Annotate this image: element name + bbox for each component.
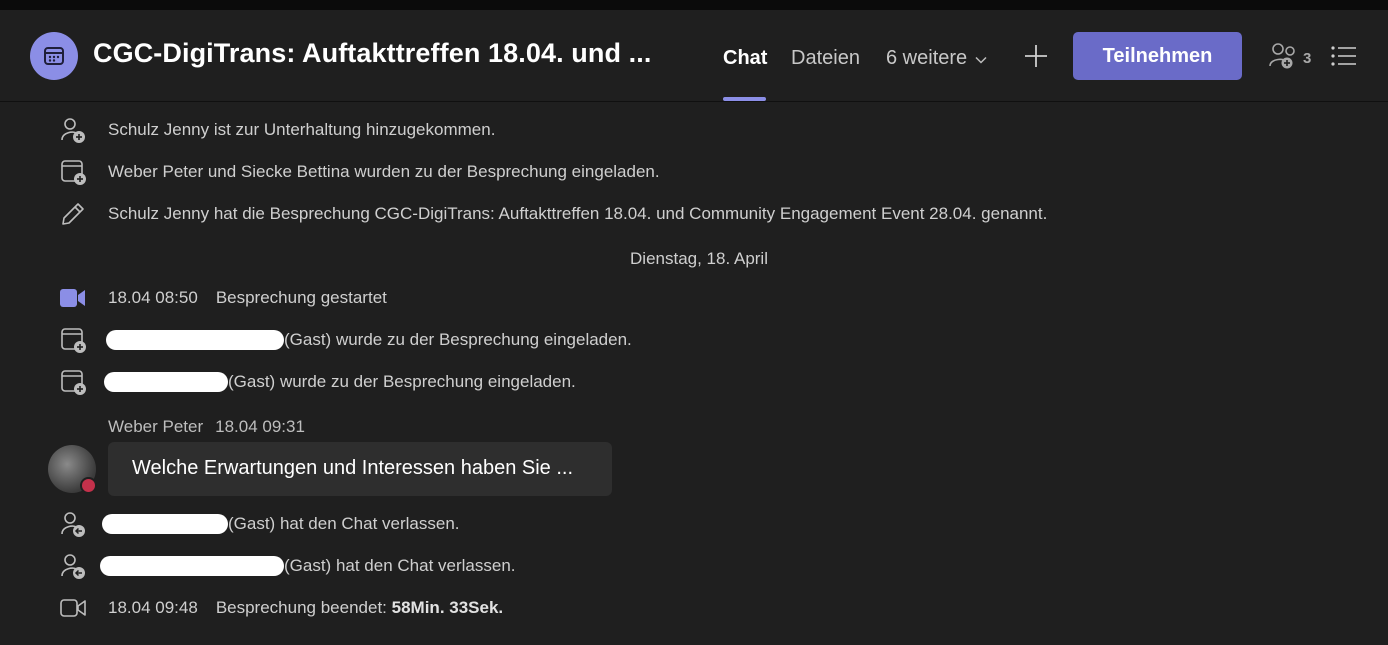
invite-label: (Gast) wurde zu der Besprechung eingelad… [228, 371, 576, 391]
message-header: Weber Peter 18.04 09:31 [108, 417, 305, 437]
system-event-row: Schulz Jenny hat die Besprechung CGC-Dig… [58, 199, 1047, 229]
tab-chat[interactable]: Chat [723, 47, 767, 70]
meeting-ended-text: 18.04 09:48 Besprechung beendet: 58Min. 3… [108, 598, 503, 618]
chat-header: CGC-DigiTrans: Auftakttreffen 18.04. und… [0, 10, 1388, 102]
active-tab-indicator [723, 97, 766, 101]
window-top-strip [0, 0, 1388, 10]
participants-icon [1268, 42, 1300, 75]
video-camera-outline-icon [58, 593, 88, 623]
add-tab-plus-icon[interactable] [1022, 42, 1050, 70]
person-leave-icon [58, 551, 88, 581]
system-event-text: Schulz Jenny hat die Besprechung CGC-Dig… [108, 204, 1048, 223]
meeting-started-row: 18.04 08:50 Besprechung gestartet [58, 283, 387, 313]
tab-more-dropdown[interactable]: 6 weitere [886, 47, 987, 70]
meeting-duration: 58Min. 33Sek. [391, 598, 504, 617]
leave-event-text: (Gast) hat den Chat verlassen. [100, 556, 516, 577]
avatar[interactable] [48, 445, 97, 494]
invite-label: (Gast) wurde zu der Besprechung eingelad… [284, 329, 632, 349]
event-label: Besprechung gestartet [215, 288, 387, 307]
leave-label: (Gast) hat den Chat verlassen. [228, 513, 460, 533]
status-busy-icon [80, 477, 97, 494]
leave-event-row: (Gast) hat den Chat verlassen. [58, 551, 516, 581]
leave-event-text: (Gast) hat den Chat verlassen. [102, 514, 460, 535]
calendar-add-icon [58, 157, 88, 187]
meeting-calendar-icon [30, 32, 78, 80]
event-label: Besprechung beendet: [215, 598, 387, 617]
list-menu-icon[interactable] [1330, 45, 1358, 72]
meeting-title: CGC-DigiTrans: Auftakttreffen 18.04. und… [93, 38, 652, 68]
leave-event-row: (Gast) hat den Chat verlassen. [58, 509, 460, 539]
chevron-down-icon [975, 47, 987, 70]
invite-event-row: (Gast) wurde zu der Besprechung eingelad… [58, 325, 632, 355]
video-camera-icon [58, 283, 88, 313]
redacted-name [102, 514, 228, 535]
redacted-name [100, 556, 284, 577]
redacted-name [104, 372, 228, 393]
person-add-icon [58, 115, 88, 145]
join-button[interactable]: Teilnehmen [1073, 32, 1242, 80]
meeting-ended-row: 18.04 09:48 Besprechung beendet: 58Min. 3… [58, 593, 503, 623]
event-time: 18.04 08:50 [108, 288, 198, 307]
redacted-name [106, 330, 284, 351]
message-time: 18.04 09:31 [215, 417, 305, 436]
tab-files[interactable]: Dateien [791, 47, 860, 70]
person-leave-icon [58, 509, 88, 539]
calendar-add-icon [58, 367, 88, 397]
date-divider: Dienstag, 18. April [630, 249, 768, 268]
message-bubble[interactable]: Welche Erwartungen und Interessen haben … [108, 442, 612, 496]
tab-more-label: 6 weitere [886, 47, 968, 69]
invite-event-row: (Gast) wurde zu der Besprechung eingelad… [58, 367, 576, 397]
invite-event-text: (Gast) wurde zu der Besprechung eingelad… [104, 372, 576, 393]
participants-button[interactable]: 3 [1268, 42, 1311, 75]
system-event-row: Weber Peter und Siecke Bettina wurden zu… [58, 157, 660, 187]
invite-event-text: (Gast) wurde zu der Besprechung eingelad… [106, 330, 632, 351]
system-event-text: Schulz Jenny ist zur Unterhaltung hinzug… [108, 120, 496, 139]
chat-feed[interactable]: Schulz Jenny ist zur Unterhaltung hinzug… [0, 103, 1388, 645]
participant-count: 3 [1303, 50, 1312, 67]
calendar-add-icon [58, 325, 88, 355]
meeting-started-text: 18.04 08:50 Besprechung gestartet [108, 288, 387, 308]
system-event-text: Weber Peter und Siecke Bettina wurden zu… [108, 162, 660, 181]
leave-label: (Gast) hat den Chat verlassen. [284, 555, 516, 575]
event-time: 18.04 09:48 [108, 598, 198, 617]
system-event-row: Schulz Jenny ist zur Unterhaltung hinzug… [58, 115, 495, 145]
pencil-icon [58, 199, 88, 229]
message-sender: Weber Peter [108, 417, 204, 436]
